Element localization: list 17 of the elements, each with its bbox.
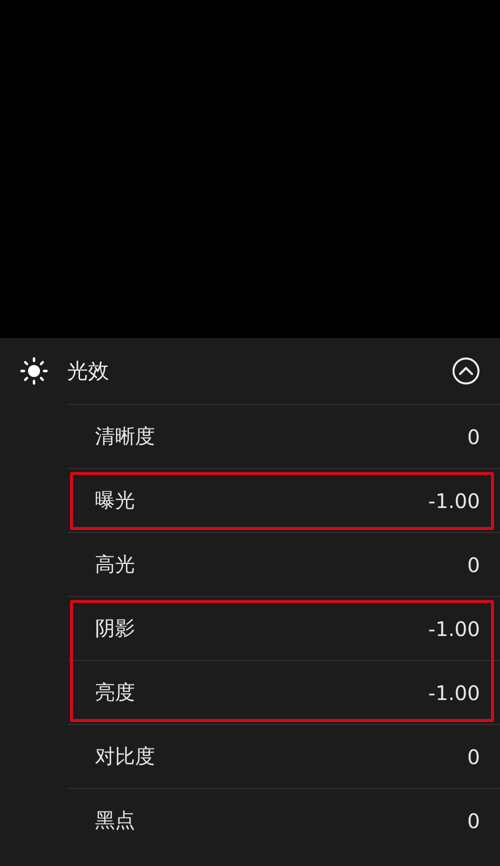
setting-label[interactable]: 清晰度	[95, 423, 155, 450]
setting-value: -1.00	[428, 680, 480, 704]
sun-icon	[20, 357, 48, 385]
setting-label[interactable]: 亮度	[95, 679, 135, 706]
setting-label[interactable]: 曝光	[95, 487, 135, 514]
setting-value: -1.00	[428, 488, 480, 512]
setting-value: 0	[467, 424, 480, 448]
setting-label[interactable]: 黑点	[95, 807, 135, 834]
setting-value: 0	[467, 808, 480, 832]
setting-label[interactable]: 对比度	[95, 743, 155, 770]
section-title: 光效	[67, 358, 110, 385]
setting-value: -1.00	[428, 616, 480, 640]
setting-value: 0	[467, 744, 480, 768]
setting-value: 0	[467, 552, 480, 576]
setting-label[interactable]: 高光	[95, 551, 135, 578]
setting-label[interactable]: 阴影	[95, 615, 135, 642]
collapse-icon[interactable]	[452, 357, 480, 385]
